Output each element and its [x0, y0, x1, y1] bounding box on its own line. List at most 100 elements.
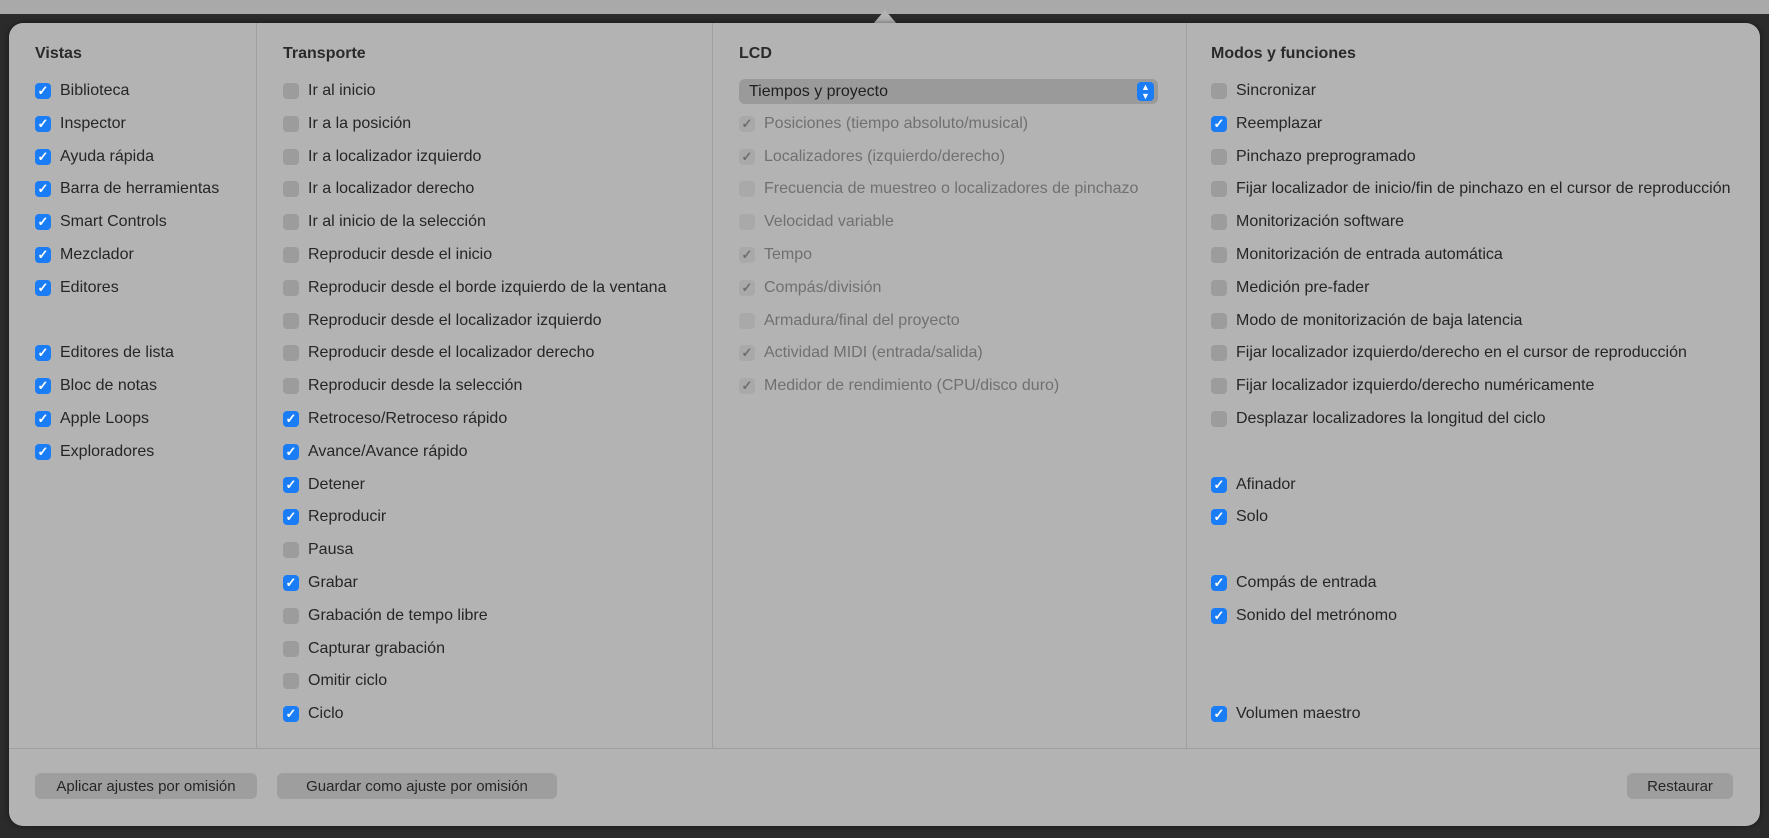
checkbox-empty-icon[interactable] — [283, 345, 299, 362]
modos-option-checkbox[interactable]: Fijar localizador de inicio/fin de pinch… — [1211, 178, 1731, 200]
checkbox-empty-icon[interactable] — [283, 148, 299, 165]
vistas-option-checkbox[interactable]: ✓ Mezclador — [35, 244, 134, 266]
transporte-option-checkbox[interactable]: Omitir ciclo — [283, 670, 387, 692]
modos-option-checkbox[interactable]: Medición pre-fader — [1211, 277, 1369, 299]
checkmark-icon[interactable]: ✓ — [1211, 575, 1227, 591]
transporte-option-checkbox[interactable]: Ir a localizador izquierdo — [283, 146, 481, 168]
modos-option-checkbox[interactable]: Fijar localizador izquierdo/derecho numé… — [1211, 375, 1594, 397]
modos-option-checkbox[interactable]: ✓ Volumen maestro — [1211, 703, 1361, 725]
checkmark-icon[interactable]: ✓ — [35, 279, 51, 296]
checkbox-empty-icon[interactable] — [283, 542, 299, 559]
checkbox-empty-icon[interactable] — [1211, 279, 1227, 296]
checkmark-icon[interactable]: ✓ — [283, 411, 299, 427]
lcd-mode-select[interactable]: Tiempos y proyecto ▲ ▼ — [739, 79, 1158, 104]
modos-option-checkbox[interactable]: ✓ Reemplazar — [1211, 113, 1322, 135]
checkbox-empty-icon[interactable] — [283, 247, 299, 263]
vistas-option-checkbox[interactable]: ✓ Biblioteca — [35, 80, 129, 102]
transporte-option-checkbox[interactable]: Ir al inicio de la selección — [283, 211, 486, 233]
apply-defaults-button[interactable]: Aplicar ajustes por omisión — [35, 773, 257, 799]
modos-option-checkbox[interactable]: ✓ Afinador — [1211, 474, 1296, 496]
checkbox-empty-icon[interactable] — [1211, 83, 1227, 99]
transporte-option-checkbox[interactable]: ✓ Grabar — [283, 572, 358, 594]
checkmark-icon[interactable]: ✓ — [35, 181, 51, 198]
checkmark-icon[interactable]: ✓ — [1211, 706, 1227, 723]
modos-option-checkbox[interactable]: Monitorización de entrada automática — [1211, 244, 1503, 266]
checkmark-icon[interactable]: ✓ — [35, 148, 51, 165]
checkmark-icon[interactable]: ✓ — [1211, 476, 1227, 493]
checkmark-icon[interactable]: ✓ — [35, 443, 51, 460]
checkbox-empty-icon[interactable] — [1211, 312, 1227, 329]
restore-button[interactable]: Restaurar — [1627, 773, 1733, 799]
checkmark-icon[interactable]: ✓ — [283, 509, 299, 526]
transporte-option-checkbox[interactable]: ✓ Retroceso/Retroceso rápido — [283, 408, 507, 430]
transporte-option-checkbox[interactable]: Reproducir desde el inicio — [283, 244, 492, 266]
transporte-option-checkbox[interactable]: Ir a localizador derecho — [283, 178, 474, 200]
checkbox-empty-icon[interactable] — [283, 83, 299, 99]
transporte-option-checkbox[interactable]: Pausa — [283, 539, 353, 561]
checkbox-empty-icon[interactable] — [1211, 181, 1227, 198]
save-default-button[interactable]: Guardar como ajuste por omisión — [277, 773, 557, 799]
checkmark-icon[interactable]: ✓ — [35, 83, 51, 99]
modos-option-checkbox[interactable]: Fijar localizador izquierdo/derecho en e… — [1211, 342, 1687, 364]
modos-option-checkbox[interactable]: ✓ Compás de entrada — [1211, 572, 1377, 594]
checkbox-empty-icon[interactable] — [283, 607, 299, 624]
checkmark-icon[interactable]: ✓ — [1211, 607, 1227, 624]
option-label: Avance/Avance rápido — [308, 442, 468, 460]
checkmark-icon[interactable]: ✓ — [35, 115, 51, 132]
checkmark-icon[interactable]: ✓ — [35, 214, 51, 231]
modos-option-checkbox[interactable]: Sincronizar — [1211, 80, 1316, 102]
checkmark-icon[interactable]: ✓ — [283, 443, 299, 460]
checkmark-icon[interactable]: ✓ — [35, 247, 51, 263]
vistas-option-checkbox[interactable]: ✓ Editores — [35, 277, 119, 299]
checkmark-icon[interactable]: ✓ — [1211, 509, 1227, 526]
checkbox-empty-icon[interactable] — [1211, 247, 1227, 263]
checkbox-empty-icon[interactable] — [283, 673, 299, 690]
transporte-option-checkbox[interactable]: ✓ Reproducir — [283, 506, 386, 528]
transporte-option-checkbox[interactable]: ✓ Avance/Avance rápido — [283, 441, 468, 463]
checkmark-icon[interactable]: ✓ — [35, 411, 51, 427]
transporte-option-checkbox[interactable]: Grabación de tempo libre — [283, 605, 488, 627]
checkbox-empty-icon[interactable] — [283, 181, 299, 198]
checkmark-icon[interactable]: ✓ — [35, 345, 51, 362]
modos-option-checkbox[interactable]: Desplazar localizadores la longitud del … — [1211, 408, 1546, 430]
checkbox-empty-icon[interactable] — [283, 312, 299, 329]
vistas-option-checkbox[interactable]: ✓ Exploradores — [35, 441, 154, 463]
checkmark-icon[interactable]: ✓ — [283, 706, 299, 723]
checkbox-empty-icon[interactable] — [283, 279, 299, 296]
vistas-option-checkbox[interactable]: ✓ Ayuda rápida — [35, 146, 154, 168]
checkbox-empty-icon — [739, 312, 755, 329]
modos-option-checkbox[interactable]: Monitorización software — [1211, 211, 1404, 233]
transporte-option-checkbox[interactable]: Reproducir desde la selección — [283, 375, 522, 397]
checkmark-icon[interactable]: ✓ — [1211, 115, 1227, 132]
transporte-option-checkbox[interactable]: ✓ Detener — [283, 474, 365, 496]
vistas-option-checkbox[interactable]: ✓ Editores de lista — [35, 342, 174, 364]
transporte-option-checkbox[interactable]: Ir a la posición — [283, 113, 411, 135]
vistas-option-checkbox[interactable]: ✓ Apple Loops — [35, 408, 149, 430]
checkbox-empty-icon[interactable] — [1211, 411, 1227, 427]
checkmark-icon[interactable]: ✓ — [283, 476, 299, 493]
modos-option-checkbox[interactable]: ✓ Sonido del metrónomo — [1211, 605, 1397, 627]
transporte-option-checkbox[interactable]: ✓ Ciclo — [283, 703, 344, 725]
transporte-option-checkbox[interactable]: Reproducir desde el borde izquierdo de l… — [283, 277, 666, 299]
transporte-option-checkbox[interactable]: Reproducir desde el localizador izquierd… — [283, 310, 602, 332]
vistas-option-checkbox[interactable]: ✓ Smart Controls — [35, 211, 167, 233]
checkbox-empty-icon[interactable] — [1211, 378, 1227, 395]
vistas-option-checkbox[interactable]: ✓ Bloc de notas — [35, 375, 157, 397]
modos-option-checkbox[interactable]: Modo de monitorización de baja latencia — [1211, 310, 1522, 332]
checkbox-empty-icon[interactable] — [1211, 214, 1227, 231]
checkbox-empty-icon[interactable] — [1211, 345, 1227, 362]
checkmark-icon[interactable]: ✓ — [283, 575, 299, 591]
checkbox-empty-icon[interactable] — [283, 115, 299, 132]
transporte-option-checkbox[interactable]: Capturar grabación — [283, 638, 445, 660]
checkbox-empty-icon[interactable] — [283, 214, 299, 231]
transporte-option-checkbox[interactable]: Reproducir desde el localizador derecho — [283, 342, 594, 364]
checkbox-empty-icon[interactable] — [1211, 148, 1227, 165]
checkmark-icon[interactable]: ✓ — [35, 378, 51, 395]
modos-option-checkbox[interactable]: Pinchazo preprogramado — [1211, 146, 1416, 168]
vistas-option-checkbox[interactable]: ✓ Barra de herramientas — [35, 178, 219, 200]
checkbox-empty-icon[interactable] — [283, 378, 299, 395]
vistas-option-checkbox[interactable]: ✓ Inspector — [35, 113, 126, 135]
transporte-option-checkbox[interactable]: Ir al inicio — [283, 80, 376, 102]
modos-option-checkbox[interactable]: ✓ Solo — [1211, 506, 1268, 528]
checkbox-empty-icon[interactable] — [283, 640, 299, 657]
